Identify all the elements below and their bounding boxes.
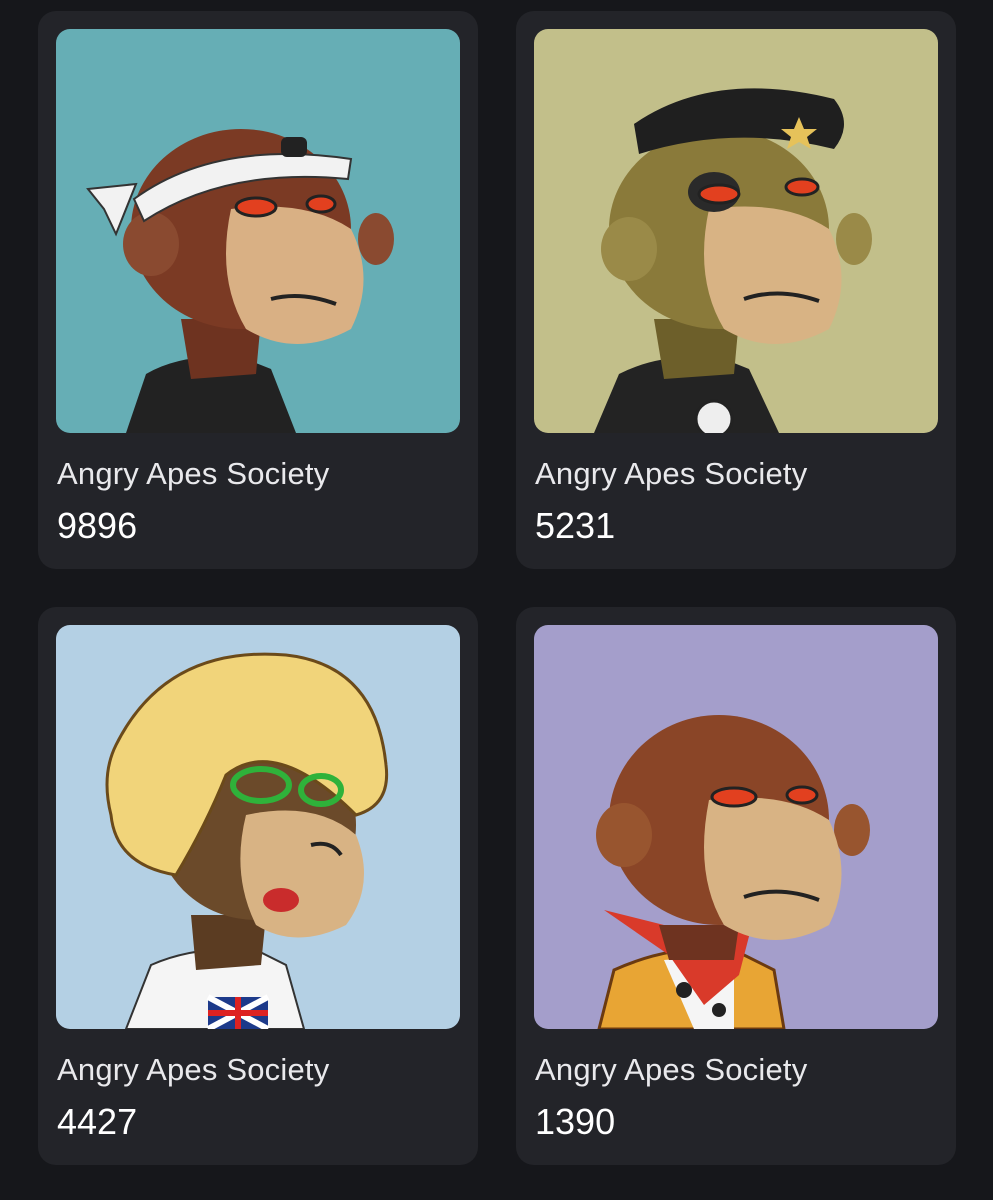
collection-name: Angry Apes Society [535, 456, 808, 491]
ape-illustration [56, 625, 460, 1029]
token-id: 9896 [57, 505, 138, 546]
nft-card[interactable]: Angry Apes Society 1390 [516, 607, 956, 1165]
token-id: 4427 [57, 1101, 138, 1142]
ape-illustration [56, 29, 460, 433]
ape-illustration [534, 625, 938, 1029]
nft-image[interactable] [534, 29, 938, 433]
collection-name: Angry Apes Society [57, 456, 330, 491]
token-id: 1390 [535, 1101, 616, 1142]
nft-image[interactable] [534, 625, 938, 1029]
nft-card[interactable]: Angry Apes Society 5231 [516, 11, 956, 569]
ape-illustration [534, 29, 938, 433]
token-id: 5231 [535, 505, 616, 546]
collection-name: Angry Apes Society [535, 1052, 808, 1087]
collection-name: Angry Apes Society [57, 1052, 330, 1087]
nft-grid: Angry Apes Society 9896 Angry Apes Socie… [0, 0, 993, 1200]
nft-image[interactable] [56, 625, 460, 1029]
nft-card[interactable]: Angry Apes Society 9896 [38, 11, 478, 569]
nft-image[interactable] [56, 29, 460, 433]
nft-card[interactable]: Angry Apes Society 4427 [38, 607, 478, 1165]
